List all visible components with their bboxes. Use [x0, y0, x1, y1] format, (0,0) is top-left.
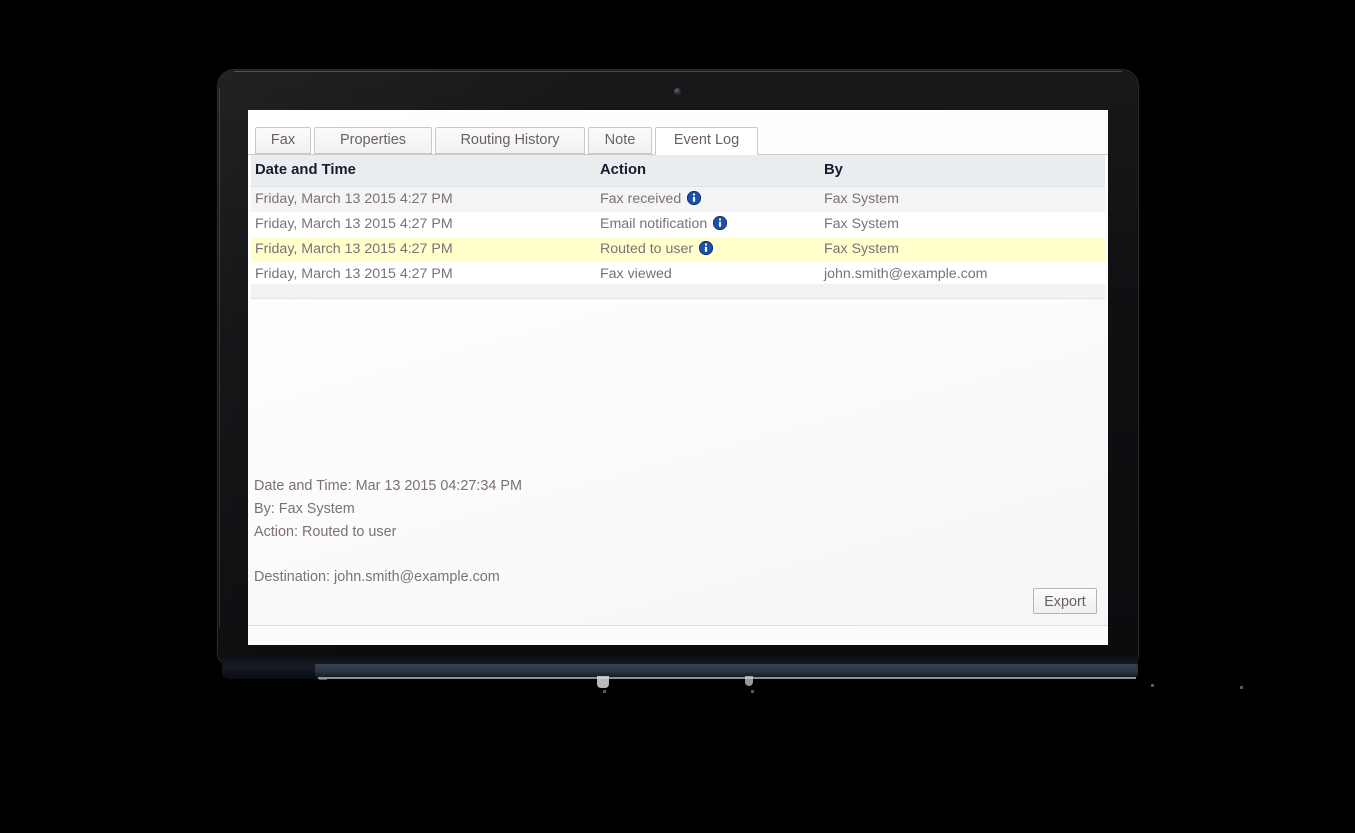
column-header-action[interactable]: Action: [596, 155, 820, 187]
detail-by: By: Fax System: [254, 498, 954, 521]
footer-strip: [248, 626, 1108, 645]
column-header-date-and-time[interactable]: Date and Time: [251, 155, 596, 187]
laptop-base-bar: [315, 664, 1138, 677]
table-row[interactable]: Friday, March 13 2015 4:27 PM Email noti…: [251, 212, 1105, 237]
cell-date: Friday, March 13 2015 4:27 PM: [251, 212, 596, 237]
laptop-base-lip: [318, 677, 1136, 679]
cell-by: Fax System: [820, 212, 1105, 237]
cell-action: Email notification: [596, 212, 820, 237]
laptop-screen: Fax Properties Routing History Note Even…: [248, 110, 1108, 645]
laptop-base-speck-d: [1240, 686, 1243, 689]
event-detail-panel: Date and Time: Mar 13 2015 04:27:34 PM B…: [254, 475, 954, 589]
webcam-lens-icon: [674, 88, 681, 95]
tab-event-log[interactable]: Event Log: [655, 127, 758, 155]
laptop-lid-left-highlight: [219, 88, 220, 628]
tab-properties[interactable]: Properties: [314, 127, 432, 154]
cell-by: Fax System: [820, 237, 1105, 262]
cell-action-label: Fax received: [600, 191, 681, 207]
info-icon[interactable]: [687, 191, 701, 205]
cell-date: Friday, March 13 2015 4:27 PM: [251, 237, 596, 262]
column-header-by[interactable]: By: [820, 155, 1105, 187]
table-footer-strip: [251, 284, 1105, 299]
detail-spacer: [254, 544, 954, 566]
screenshot-stage: Fax Properties Routing History Note Even…: [0, 0, 1355, 833]
laptop-base-notch-right: [745, 676, 753, 686]
cell-date: Friday, March 13 2015 4:27 PM: [251, 187, 596, 213]
cell-action-label: Email notification: [600, 216, 707, 232]
info-icon[interactable]: [713, 216, 727, 230]
cell-action: Routed to user: [596, 237, 820, 262]
tab-note[interactable]: Note: [588, 127, 652, 154]
laptop-base-speck-c: [1151, 684, 1154, 687]
info-icon[interactable]: [699, 241, 713, 255]
table-header-row: Date and Time Action By: [251, 155, 1105, 187]
tab-bar: Fax Properties Routing History Note Even…: [248, 127, 1108, 155]
laptop-base-speck-e: [319, 678, 327, 680]
cell-by: Fax System: [820, 187, 1105, 213]
export-button[interactable]: Export: [1033, 588, 1097, 614]
tab-routing-history[interactable]: Routing History: [435, 127, 585, 154]
fax-detail-app: Fax Properties Routing History Note Even…: [248, 110, 1108, 645]
detail-action: Action: Routed to user: [254, 521, 954, 544]
event-log-table: Date and Time Action By Friday, March 13…: [251, 155, 1105, 287]
table-row[interactable]: Friday, March 13 2015 4:27 PM Routed to …: [251, 237, 1105, 262]
tab-fax[interactable]: Fax: [255, 127, 311, 154]
table-row[interactable]: Friday, March 13 2015 4:27 PM Fax receiv…: [251, 187, 1105, 213]
laptop-base-notch-left: [597, 676, 609, 688]
cell-action-label: Routed to user: [600, 241, 693, 257]
cell-action-label: Fax viewed: [600, 266, 672, 282]
laptop-lid-top-highlight: [234, 71, 1122, 72]
detail-destination: Destination: john.smith@example.com: [254, 566, 954, 589]
laptop-base-speck-b: [751, 690, 754, 693]
detail-date-and-time: Date and Time: Mar 13 2015 04:27:34 PM: [254, 475, 954, 498]
laptop-base-speck-a: [603, 690, 606, 693]
cell-action: Fax received: [596, 187, 820, 213]
